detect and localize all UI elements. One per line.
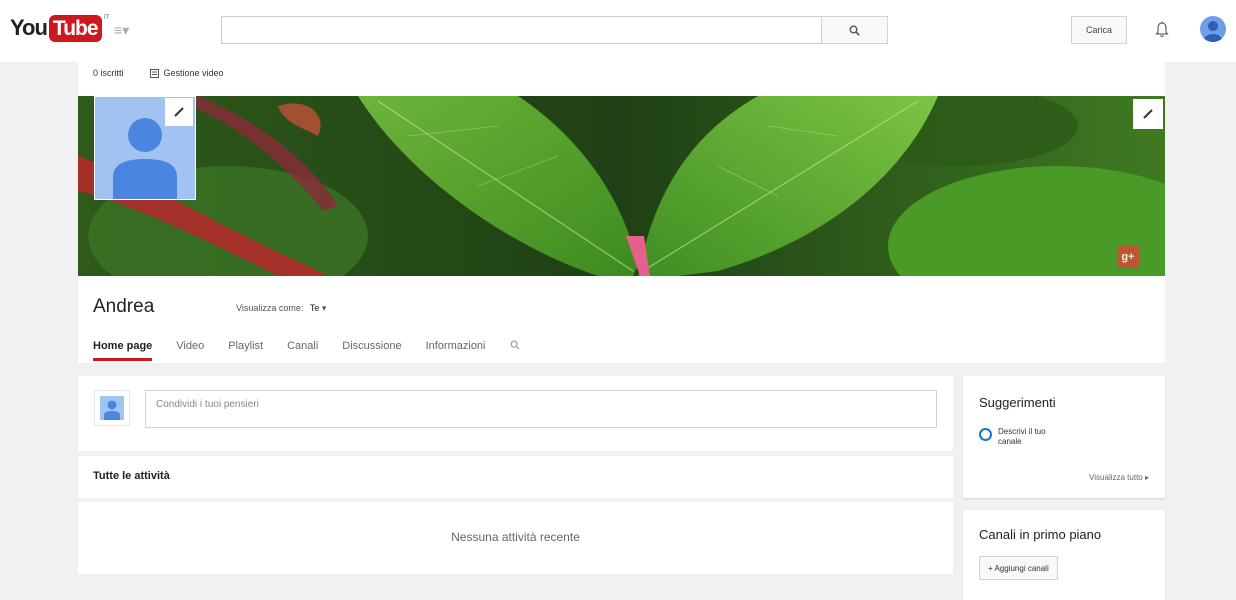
channel-name: Andrea	[93, 296, 155, 317]
logo-tube: Tube	[48, 15, 102, 42]
suggestion-label: Descrivi il tuo canale	[998, 427, 1046, 446]
subscriber-count: 0 iscritti	[93, 68, 124, 78]
chevron-down-icon: ▾	[321, 303, 327, 313]
search-input[interactable]	[221, 16, 822, 44]
suggestions-card: Suggerimenti Descrivi il tuo canale Visu…	[963, 376, 1165, 498]
youtube-logo[interactable]: You Tube IT	[10, 14, 110, 42]
channel-search-icon[interactable]	[510, 340, 520, 361]
notifications-bell-icon[interactable]	[1155, 21, 1169, 39]
progress-ring-icon	[979, 428, 992, 441]
user-icon	[100, 396, 124, 420]
tab-discussion[interactable]: Discussione	[342, 340, 401, 360]
view-as-label: Visualizza come:	[236, 303, 304, 313]
manage-videos-label: Gestione video	[163, 68, 224, 78]
empty-activity-message: Nessuna attività recente	[451, 530, 580, 544]
view-all-link[interactable]: Visualizza tutto ▸	[1089, 473, 1149, 482]
pencil-icon	[174, 107, 184, 117]
activity-title: Tutte le attività	[93, 470, 170, 482]
google-plus-icon[interactable]: g+	[1117, 246, 1139, 268]
tab-channels[interactable]: Canali	[287, 340, 318, 360]
view-as-value: Te	[309, 303, 320, 313]
video-manager-icon	[149, 68, 159, 78]
user-icon	[1204, 21, 1222, 42]
activity-header: Tutte le attività	[78, 456, 953, 498]
guide-menu-icon[interactable]: ≡▾	[114, 22, 129, 38]
activity-list: Nessuna attività recente	[78, 502, 953, 574]
edit-banner-button[interactable]	[1133, 99, 1163, 129]
account-avatar[interactable]	[1200, 16, 1226, 42]
tab-playlist[interactable]: Playlist	[228, 340, 263, 360]
tab-home[interactable]: Home page	[93, 340, 153, 361]
chevron-right-icon: ▸	[1144, 473, 1149, 482]
suggestions-title: Suggerimenti	[979, 395, 1056, 410]
edit-avatar-button[interactable]	[165, 98, 193, 126]
search-icon	[510, 340, 520, 350]
manage-videos-link[interactable]: Gestione video	[149, 68, 224, 78]
channel-banner-image[interactable]	[78, 96, 1165, 276]
pencil-icon	[1143, 109, 1153, 119]
tab-video[interactable]: Video	[176, 340, 204, 360]
search-button[interactable]	[821, 16, 888, 44]
suggestion-item[interactable]: Descrivi il tuo canale	[979, 427, 1058, 447]
tab-about[interactable]: Informazioni	[426, 340, 486, 360]
view-all-label: Visualizza tutto	[1089, 473, 1143, 482]
channel-tabs: Home page Video Playlist Canali Discussi…	[93, 340, 544, 361]
add-channels-button[interactable]: + Aggiungi canali	[979, 556, 1058, 580]
logo-you: You	[10, 15, 48, 40]
channel-subbar: 0 iscritti Gestione video	[93, 68, 224, 78]
post-avatar	[94, 390, 130, 426]
logo-country: IT	[103, 14, 110, 21]
search-icon	[849, 25, 860, 36]
upload-button[interactable]: Carica	[1071, 16, 1127, 44]
view-as-selector[interactable]: Visualizza come: Te ▾	[236, 303, 326, 314]
share-thoughts-input[interactable]: Condividi i tuoi pensieri	[145, 390, 937, 428]
featured-channels-card: Canali in primo piano + Aggiungi canali	[963, 510, 1165, 600]
featured-channels-title: Canali in primo piano	[979, 527, 1102, 542]
